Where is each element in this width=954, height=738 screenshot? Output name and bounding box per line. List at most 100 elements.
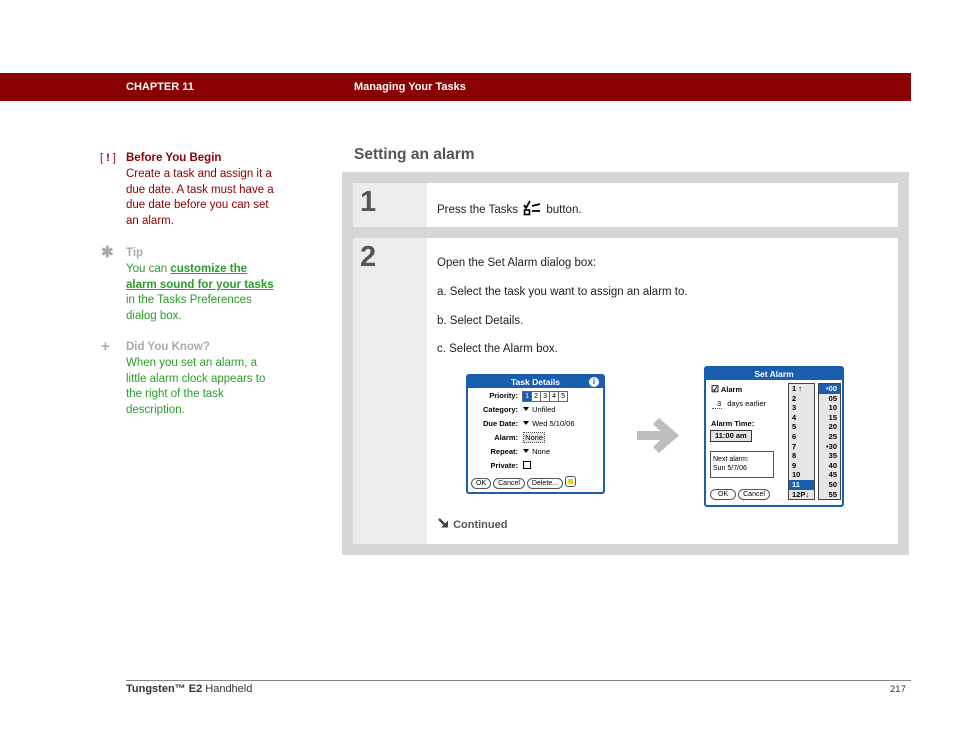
next-alarm-box: Next alarm: Sun 5/7/06 [710, 451, 774, 478]
footer-product-suffix: Handheld [202, 683, 253, 695]
hour-item[interactable]: 4 [789, 413, 814, 423]
step-number-box: 2 [353, 238, 427, 544]
exclamation-icon: [ ! ] [100, 152, 116, 164]
priority-row: Priority: 12345 [472, 391, 569, 402]
category-label: Category: [482, 405, 518, 414]
hour-list[interactable]: 1 ↑ 2 3 4 5 6 7 8 9 10 11 12P↓ [788, 383, 815, 501]
hour-item[interactable]: 8 [789, 451, 814, 461]
days-field[interactable]: 3 [712, 399, 723, 409]
info-icon[interactable]: i [589, 377, 599, 387]
substep-b: b. Select Details. [437, 315, 524, 327]
hour-item[interactable]: 9 [789, 461, 814, 471]
cancel-button[interactable]: Cancel [493, 478, 525, 489]
alarm-time-label: Alarm Time: [711, 419, 755, 428]
footer-divider [126, 680, 911, 681]
did-you-know-heading: Did You Know? [126, 341, 210, 353]
tip-body: You can customize the alarm sound for yo… [126, 262, 280, 325]
substep-c: c. Select the Alarm box. [437, 343, 558, 355]
days-earlier-label: days earlier [727, 399, 767, 408]
hour-item[interactable]: 5 [789, 422, 814, 432]
minute-item[interactable]: •30 [819, 442, 840, 452]
due-date-value: Wed 5/10/06 [532, 419, 575, 428]
minute-item[interactable]: 45 [819, 470, 840, 480]
hour-item[interactable]: 12P↓ [789, 490, 814, 500]
chapter-header: CHAPTER 11 Managing Your Tasks [0, 73, 911, 101]
tasks-button-icon [523, 200, 541, 216]
asterisk-icon: ✱ [101, 244, 114, 261]
alarm-checkbox-row[interactable]: ☑ Alarm [711, 384, 742, 395]
checked-checkbox-icon: ☑ [711, 384, 720, 394]
minute-item[interactable]: 10 [819, 403, 840, 413]
minute-item[interactable]: 40 [819, 461, 840, 471]
task-details-buttons: OK Cancel Delete... [471, 476, 576, 489]
category-picker[interactable]: Unfiled [523, 405, 555, 414]
dropdown-triangle-icon [523, 449, 530, 453]
set-alarm-buttons: OK Cancel [710, 489, 772, 500]
plus-icon: + [101, 338, 110, 355]
minute-item[interactable]: 35 [819, 451, 840, 461]
repeat-picker[interactable]: None [523, 447, 550, 456]
minute-item-selected[interactable]: •00 [819, 384, 840, 394]
due-date-picker[interactable]: Wed 5/10/06 [523, 419, 575, 428]
continued-indicator: Continued [438, 518, 507, 531]
continued-label: Continued [453, 519, 508, 531]
before-you-begin-heading: Before You Begin [126, 152, 222, 164]
tip-body-prefix: You can [126, 262, 171, 275]
right-arrow-icon [637, 418, 679, 453]
set-alarm-dialog: Set Alarm ☑ Alarm 3 days earlier Alarm T… [704, 366, 844, 507]
task-details-title: Task Details [511, 377, 560, 387]
alarm-time-field[interactable]: 11:00 am [710, 430, 752, 442]
hour-item[interactable]: 3 [789, 403, 814, 413]
ok-button[interactable]: OK [471, 478, 492, 489]
hour-item[interactable]: 6 [789, 432, 814, 442]
minute-item[interactable]: 25 [819, 432, 840, 442]
ok-button[interactable]: OK [710, 489, 737, 500]
due-date-label: Due Date: [482, 419, 518, 428]
minute-item[interactable]: 50 [819, 480, 840, 490]
task-details-title-bar: Task Details i [468, 376, 603, 388]
task-details-dialog: Task Details i Priority: 12345 Category:… [466, 374, 605, 494]
private-checkbox[interactable] [523, 461, 532, 469]
hour-item[interactable]: 1 ↑ [789, 384, 814, 394]
category-row: Category: Unfiled [472, 405, 555, 414]
step-1-text-after: button. [546, 204, 582, 216]
did-you-know-note: + Did You Know? When you set an alarm, a… [100, 338, 280, 419]
step-2-intro: Open the Set Alarm dialog box: [437, 257, 597, 269]
set-alarm-title: Set Alarm [754, 369, 794, 379]
repeat-label: Repeat: [490, 447, 518, 456]
footer-product-brand: Tungsten™ E2 [126, 683, 203, 695]
alarm-checkbox-label: Alarm [720, 385, 743, 394]
minute-list[interactable]: •00 05 10 15 20 25 •30 35 40 45 50 55 [818, 383, 841, 501]
minute-item[interactable]: 15 [819, 413, 840, 423]
substep-a: a. Select the task you want to assign an… [437, 286, 688, 298]
footer-product: Tungsten™ E2 Handheld [126, 683, 252, 695]
step-number: 2 [360, 241, 377, 273]
minute-item[interactable]: 55 [819, 490, 840, 500]
repeat-row: Repeat: None [472, 447, 550, 456]
dropdown-triangle-icon [523, 407, 530, 411]
step-number: 1 [360, 186, 377, 218]
before-you-begin-body: Create a task and assign it a due date. … [126, 167, 274, 228]
chapter-label: CHAPTER 11 [126, 81, 194, 93]
minute-item[interactable]: 20 [819, 422, 840, 432]
next-alarm-label: Next alarm: [713, 456, 749, 463]
down-right-arrow-icon [438, 518, 448, 528]
priority-option[interactable]: 5 [558, 391, 569, 402]
alarm-box[interactable]: None [523, 432, 546, 443]
hour-item[interactable]: 7 [789, 442, 814, 452]
did-you-know-body: When you set an alarm, a little alarm cl… [126, 356, 266, 417]
delete-button[interactable]: Delete... [526, 478, 563, 489]
cancel-button[interactable]: Cancel [738, 489, 770, 500]
note-icon[interactable] [565, 476, 576, 487]
alarm-row: Alarm: None [472, 432, 546, 443]
chapter-title: Managing Your Tasks [354, 81, 466, 93]
steps-panel: 1 Press the Tasks button. 2 Open the Set… [342, 172, 909, 555]
section-title: Setting an alarm [354, 146, 475, 163]
minute-item[interactable]: 05 [819, 394, 840, 404]
hour-item[interactable]: 2 [789, 394, 814, 404]
hour-item[interactable]: 10 [789, 470, 814, 480]
days-earlier-row: 3 days earlier [712, 399, 767, 409]
step-1: 1 Press the Tasks button. [353, 183, 898, 227]
step-number-box: 1 [353, 183, 427, 227]
hour-item-selected[interactable]: 11 [789, 479, 814, 490]
